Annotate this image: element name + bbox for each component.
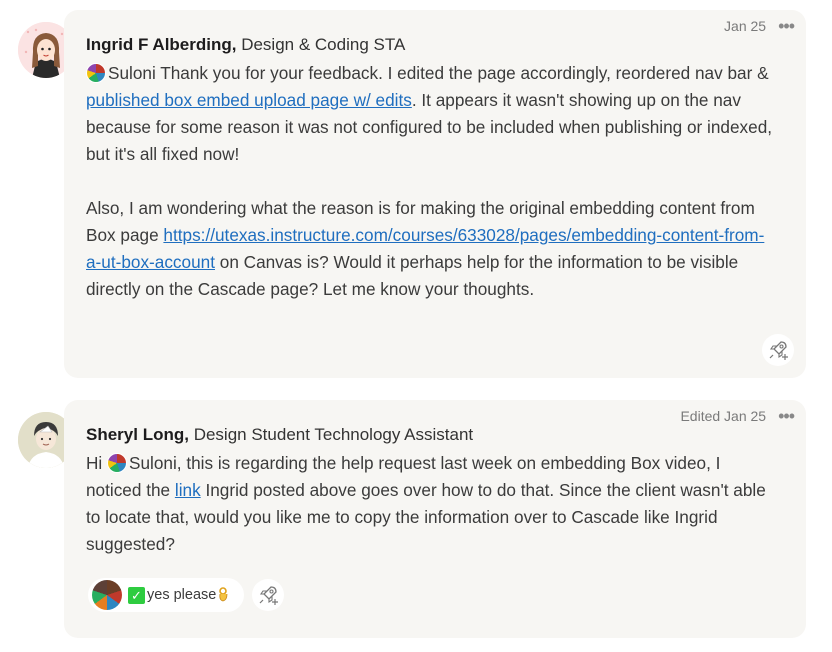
timestamp[interactable]: Jan 25	[724, 18, 766, 34]
author-name[interactable]: Sheryl Long,	[86, 425, 189, 444]
author-name[interactable]: Ingrid F Alberding,	[86, 35, 236, 54]
mention-suloni[interactable]: Suloni	[129, 453, 177, 473]
ok-hand-icon	[217, 586, 229, 605]
more-options-icon[interactable]: •••	[778, 407, 795, 425]
mention-avatar-icon	[107, 453, 128, 473]
message-meta: Jan 25 •••	[724, 17, 795, 35]
message-card-sheryl: Sheryl Long, Design Student Technology A…	[64, 400, 806, 638]
author-role: Design & Coding STA	[241, 35, 406, 54]
rocket-add-reaction-icon	[769, 341, 788, 360]
body-text: Hi	[86, 453, 108, 473]
author-role: Design Student Technology Assistant	[193, 425, 474, 444]
add-reaction-button[interactable]	[252, 579, 284, 611]
link[interactable]: link	[175, 480, 201, 500]
message-paragraph-2: Also, I am wondering what the reason is …	[86, 195, 776, 303]
more-options-icon[interactable]: •••	[778, 17, 795, 35]
mention-suloni[interactable]: Suloni	[108, 63, 156, 83]
message-card-ingrid: Ingrid F Alberding, Design & Coding STA …	[64, 10, 806, 378]
reaction-text: yes please	[147, 587, 217, 603]
rocket-add-reaction-icon	[259, 586, 278, 605]
reaction-pill[interactable]: ✓ yes please	[88, 578, 244, 612]
message-body: Suloni Thank you for your feedback. I ed…	[86, 60, 776, 303]
body-text: Thank you for your feedback. I edited th…	[155, 63, 769, 83]
published-page-link[interactable]: published box embed upload page w/ edits	[86, 90, 412, 110]
message-paragraph-1: Suloni Thank you for your feedback. I ed…	[86, 60, 776, 168]
timestamp[interactable]: Edited Jan 25	[680, 408, 766, 424]
message-header: Sheryl Long, Design Student Technology A…	[86, 424, 473, 446]
message-meta: Edited Jan 25 •••	[680, 407, 795, 425]
message-body: Hi Suloni, this is regarding the help re…	[86, 450, 776, 558]
mention-avatar-icon	[86, 63, 106, 83]
check-mark-icon: ✓	[128, 586, 145, 604]
message-header: Ingrid F Alberding, Design & Coding STA	[86, 34, 405, 56]
reactor-avatar	[92, 580, 122, 610]
add-reaction-button[interactable]	[762, 334, 794, 366]
